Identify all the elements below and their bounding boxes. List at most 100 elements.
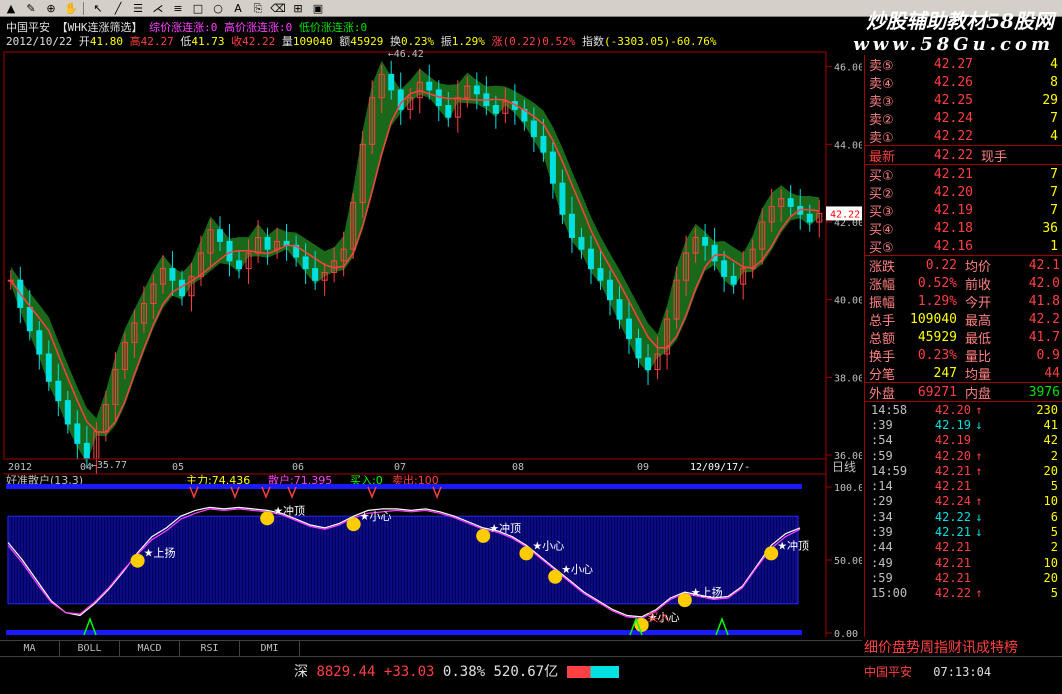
cursor-icon[interactable]: ↖	[89, 1, 107, 16]
index-change: +33.03	[383, 664, 435, 680]
ask-label: 卖④	[869, 76, 894, 92]
x-tick-label: 2012	[8, 462, 32, 473]
arrow-down-icon: ↓	[975, 417, 983, 432]
bid-price: 42.19	[933, 202, 973, 218]
tick-list[interactable]: 14:58 42.20 ↑ 230:39 42.19 ↓ 41:54 42.19 42:59 42…	[865, 402, 1062, 601]
brush-icon[interactable]: ✎	[22, 1, 40, 16]
tick-row: :49 42.21 10	[865, 555, 1062, 570]
candle-body	[730, 275, 737, 285]
candle-body	[540, 136, 547, 153]
tick-time: 14:58	[871, 402, 908, 417]
stat-label: 最低	[965, 331, 992, 347]
tick-row: :59 42.20 ↑ 2	[865, 448, 1062, 463]
chart-canvas[interactable]: 46.0044.0042.0040.0038.0036.00←46.42←35.…	[0, 17, 862, 637]
news-marquee[interactable]: 细价盘势周指财讯成特榜	[864, 637, 1062, 657]
stat-row: 换手 0.23% 量比 0.9	[865, 346, 1062, 365]
arrow-up-icon: ↑	[975, 494, 983, 509]
hand-icon[interactable]: ✋	[62, 1, 80, 16]
stat-row: 总额 45929 最低 41.7	[865, 328, 1062, 347]
status-stock[interactable]: 中国平安	[864, 665, 912, 679]
candle-body	[559, 182, 566, 215]
fan-icon[interactable]: ⋌	[149, 1, 167, 16]
face-icon	[519, 546, 534, 561]
ask-volume: 7	[1050, 110, 1058, 126]
stat-value: 41.8	[1028, 293, 1060, 309]
bid-price: 42.21	[933, 166, 973, 182]
tab-dmi[interactable]: DMI	[240, 641, 300, 656]
eraser-icon[interactable]: ⌫	[269, 1, 287, 16]
tab-rsi[interactable]: RSI	[180, 641, 240, 656]
save-icon[interactable]: ▣	[309, 1, 327, 16]
stat-value: 42.2	[1028, 311, 1060, 327]
zoom-icon[interactable]: ⊕	[42, 1, 60, 16]
open-label: 开	[78, 35, 90, 48]
candle-body	[587, 248, 594, 270]
tick-price: 42.20	[934, 402, 971, 417]
candle-body	[83, 442, 90, 460]
amplitude-value: 1.29%	[451, 35, 485, 48]
tick-volume: 5	[1050, 586, 1058, 601]
tab-macd[interactable]: MACD	[120, 641, 180, 656]
tick-volume: 42	[1043, 433, 1058, 448]
line-icon[interactable]: ╱	[109, 1, 127, 16]
copy-icon[interactable]: ⎘	[249, 1, 267, 16]
grid-icon[interactable]: ☰	[129, 1, 147, 16]
low-value: 41.73	[191, 35, 225, 48]
tick-time: :39	[871, 417, 893, 432]
bid-row: 买④ 42.18 36	[865, 219, 1062, 238]
tick-volume: 10	[1043, 494, 1058, 509]
index-value: (-3303.05)-60.76%	[603, 35, 717, 48]
stat-value: 247	[933, 365, 957, 381]
tab-boll[interactable]: BOLL	[60, 641, 120, 656]
index-bar-icon	[566, 666, 619, 678]
x-tick-label: 06	[292, 462, 304, 473]
tab-ma[interactable]: MA	[0, 641, 60, 656]
candle-body	[45, 353, 52, 382]
stat-label: 最高	[965, 313, 992, 329]
ask-volume: 8	[1050, 74, 1058, 90]
tick-row: :14 42.21 5	[865, 478, 1062, 493]
stat-label: 前收	[965, 277, 992, 293]
candle-body	[616, 299, 623, 320]
text-icon[interactable]: A	[229, 1, 247, 16]
stat-value: 0.52%	[917, 275, 957, 291]
bid-row: 买① 42.21 7	[865, 165, 1062, 184]
channel-icon[interactable]: ≡	[169, 1, 187, 16]
change-value: (0.22)0.52%	[502, 35, 576, 48]
stat-row: 分笔 247 均量 44	[865, 364, 1062, 383]
watermark-url: www.58Gu.com	[853, 34, 1054, 55]
tick-row: 14:58 42.20 ↑ 230	[865, 402, 1062, 417]
quote-panel: 卖⑤ 42.27 4 卖④ 42.26 8 卖③ 42.25 29 卖② 42.24 7 卖① 42.22…	[864, 55, 1062, 637]
arrow-up-icon: ↑	[975, 402, 983, 417]
tick-row: :39 42.21 ↓ 5	[865, 524, 1062, 539]
rect-icon[interactable]: □	[189, 1, 207, 16]
ask-row: 卖⑤ 42.27 4	[865, 55, 1062, 74]
bid-label: 买②	[869, 186, 894, 202]
arrow-up-icon: ↑	[975, 463, 983, 478]
tick-time: :59	[871, 448, 893, 463]
bid-volume: 1	[1050, 238, 1058, 254]
bid-row: 买⑤ 42.16 1	[865, 237, 1062, 256]
volume-label: 量	[281, 35, 293, 48]
arrow-up-icon[interactable]: ▲	[2, 1, 20, 16]
stat-label: 均量	[965, 367, 992, 383]
lock-icon[interactable]: ⊞	[289, 1, 307, 16]
main-chart[interactable]: 46.00 44.00 42.00 40.00 38.00 36.00 ←46.42 ←35.…	[0, 17, 862, 637]
ask-row: 卖④ 42.26 8	[865, 73, 1062, 92]
close-value: 42.22	[242, 35, 276, 48]
candle-body	[549, 151, 556, 184]
face-icon	[346, 517, 361, 532]
turnover-label: 换	[389, 35, 401, 48]
candle-body	[302, 256, 309, 270]
inner-label: 内盘	[965, 386, 992, 402]
ask-price: 42.25	[933, 92, 973, 108]
stat-value: 41.7	[1028, 329, 1060, 345]
date: 2012/10/22	[6, 35, 73, 48]
high-label: 高	[129, 35, 141, 48]
ellipse-icon[interactable]: ○	[209, 1, 227, 16]
stat-value: 0.23%	[917, 347, 957, 363]
candle-body	[312, 268, 319, 281]
face-icon	[130, 553, 145, 568]
tick-price: 42.21	[934, 570, 971, 585]
bid-label: 买④	[869, 222, 894, 238]
